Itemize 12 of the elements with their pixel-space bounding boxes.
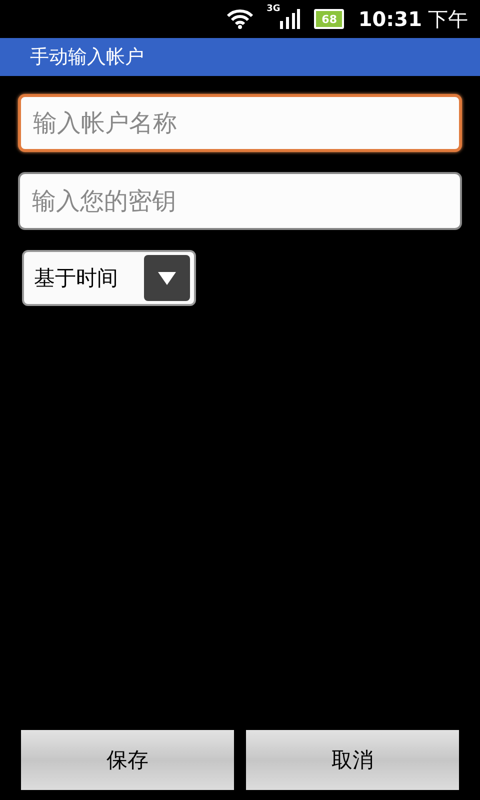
network-type: 3G (266, 4, 280, 14)
wifi-icon (226, 9, 253, 29)
input-field[interactable]: 输入您的密钥 (18, 172, 462, 230)
action-button[interactable]: 保存 (21, 730, 234, 790)
clock-period: 下午 (428, 6, 468, 32)
input-field[interactable]: 输入帐户名称 (18, 94, 462, 152)
window-title: 手动输入帐户 (30, 45, 144, 70)
signal-icon (280, 9, 300, 29)
action-button[interactable]: 取消 (246, 730, 459, 790)
dropdown[interactable]: 基于时间 (22, 250, 196, 306)
clock-time: 10:31 (358, 7, 422, 31)
battery-icon: 68 (314, 9, 344, 29)
